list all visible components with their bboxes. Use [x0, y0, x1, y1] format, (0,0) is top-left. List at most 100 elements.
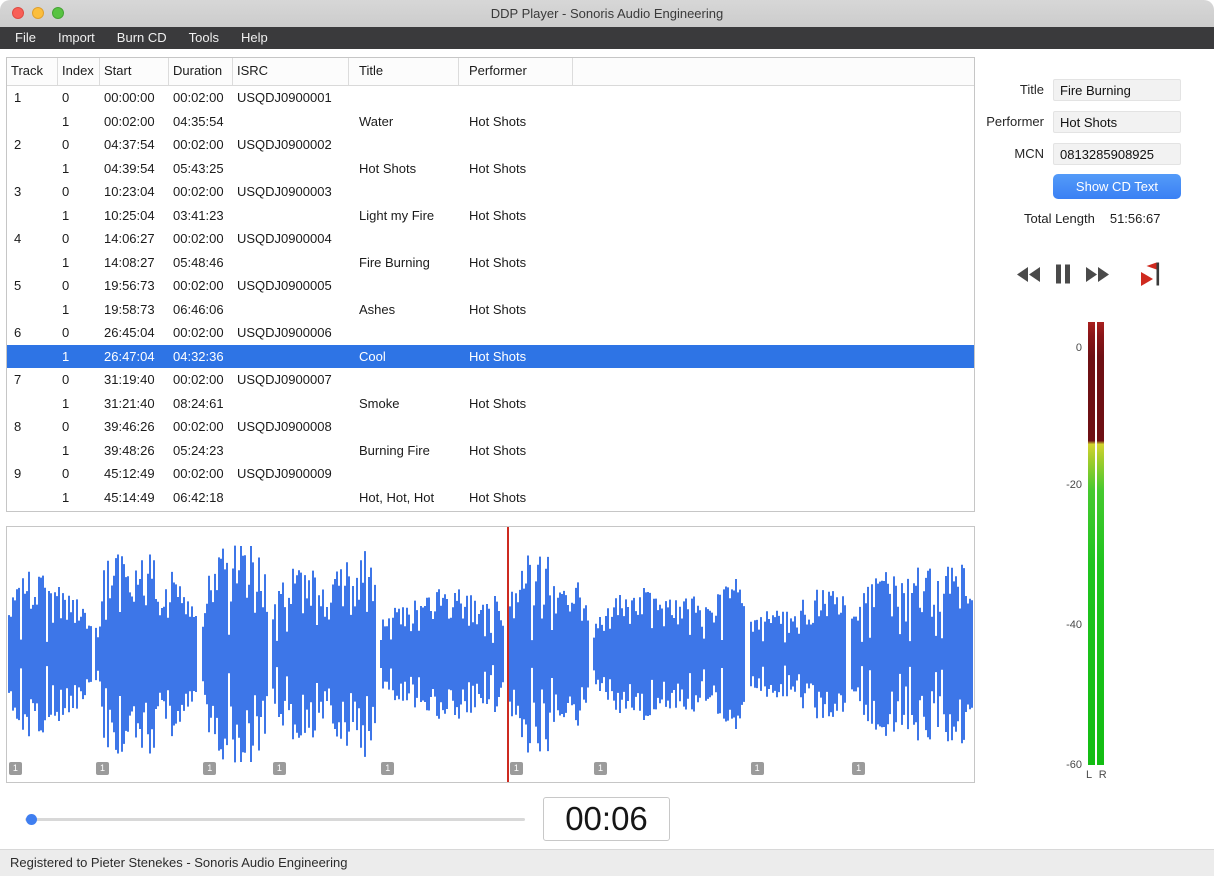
cell-index: 0: [62, 325, 70, 341]
cell-performer: Hot Shots: [469, 489, 527, 505]
track-marker-flag[interactable]: 1: [203, 762, 217, 775]
column-header-title[interactable]: Title: [349, 58, 459, 85]
cell-duration: 06:46:06: [173, 301, 224, 317]
cell-isrc: USQDJ0900005: [237, 278, 332, 294]
minimize-window-button[interactable]: [32, 7, 44, 19]
column-header-isrc[interactable]: ISRC: [233, 58, 349, 85]
track-marker-flag[interactable]: 1: [852, 762, 866, 775]
mcn-field-row: MCN: [940, 143, 1182, 165]
track-marker-flag[interactable]: 1: [8, 762, 22, 775]
table-row[interactable]: 1 31:21:40 08:24:61 Smoke Hot Shots: [7, 392, 974, 416]
menu-tools[interactable]: Tools: [178, 27, 230, 49]
track-marker-flag[interactable]: 1: [95, 762, 109, 775]
cell-index: 1: [62, 254, 70, 270]
cell-isrc: USQDJ0900007: [237, 372, 332, 388]
column-header-track[interactable]: Track: [7, 58, 58, 85]
cell-duration: 04:35:54: [173, 113, 224, 129]
table-row[interactable]: 3 0 10:23:04 00:02:00 USQDJ0900003: [7, 180, 974, 204]
cell-title: Burning Fire: [359, 442, 430, 458]
menu-burn-cd[interactable]: Burn CD: [106, 27, 178, 49]
track-marker-flag[interactable]: 1: [381, 762, 395, 775]
cell-track: 5: [14, 278, 22, 294]
cell-title: Light my Fire: [359, 207, 435, 223]
table-row[interactable]: 4 0 14:06:27 00:02:00 USQDJ0900004: [7, 227, 974, 251]
table-row[interactable]: 1 0 00:00:00 00:02:00 USQDJ0900001: [7, 86, 974, 110]
column-header-index[interactable]: Index: [58, 58, 100, 85]
cell-duration: 06:42:18: [173, 489, 224, 505]
cell-title: Water: [359, 113, 394, 129]
cell-duration: 00:02:00: [173, 372, 224, 388]
titlebar: DDP Player - Sonoris Audio Engineering: [0, 0, 1214, 27]
cell-performer: Hot Shots: [469, 442, 527, 458]
table-row[interactable]: 1 39:48:26 05:24:23 Burning Fire Hot Sho…: [7, 439, 974, 463]
cell-track: 8: [14, 419, 22, 435]
cell-index: 1: [62, 395, 70, 411]
column-header-start[interactable]: Start: [100, 58, 169, 85]
cell-title: Fire Burning: [359, 254, 430, 270]
menu-file[interactable]: File: [4, 27, 47, 49]
play-to-marker-button[interactable]: [1140, 261, 1168, 287]
cell-duration: 05:48:46: [173, 254, 224, 270]
column-header-filler: [573, 58, 974, 85]
total-length-row: Total Length 51:56:67: [1024, 211, 1160, 226]
title-label: Title: [1019, 82, 1044, 97]
menu-import[interactable]: Import: [47, 27, 106, 49]
pause-button[interactable]: [1055, 264, 1071, 284]
title-field[interactable]: [1053, 79, 1181, 101]
seek-slider[interactable]: [25, 808, 525, 830]
cell-start: 04:37:54: [104, 137, 155, 153]
cell-start: 14:08:27: [104, 254, 155, 270]
waveform-display[interactable]: 1 1 1 1 1 1 1 1 1: [6, 526, 975, 783]
cell-performer: Hot Shots: [469, 254, 527, 270]
track-marker-flag[interactable]: 1: [750, 762, 764, 775]
close-window-button[interactable]: [12, 7, 24, 19]
table-row[interactable]: 5 0 19:56:73 00:02:00 USQDJ0900005: [7, 274, 974, 298]
playhead-cursor[interactable]: [506, 527, 509, 782]
table-row[interactable]: 6 0 26:45:04 00:02:00 USQDJ0900006: [7, 321, 974, 345]
cell-performer: Hot Shots: [469, 160, 527, 176]
cell-index: 0: [62, 184, 70, 200]
total-length-value: 51:56:67: [1109, 211, 1161, 226]
table-row[interactable]: 1 45:14:49 06:42:18 Hot, Hot, Hot Hot Sh…: [7, 486, 974, 510]
table-row[interactable]: 9 0 45:12:49 00:02:00 USQDJ0900009: [7, 462, 974, 486]
menu-help[interactable]: Help: [230, 27, 279, 49]
cell-duration: 04:32:36: [173, 348, 224, 364]
rewind-button[interactable]: [1016, 266, 1041, 283]
track-marker-flag[interactable]: 1: [593, 762, 607, 775]
cell-index: 0: [62, 419, 70, 435]
table-row[interactable]: 1 26:47:04 04:32:36 Cool Hot Shots: [7, 344, 974, 368]
seek-slider-track[interactable]: [25, 818, 525, 821]
cell-isrc: USQDJ0900002: [237, 137, 332, 153]
table-row[interactable]: 7 0 31:19:40 00:02:00 USQDJ0900007: [7, 368, 974, 392]
cell-start: 14:06:27: [104, 231, 155, 247]
table-row[interactable]: 1 00:02:00 04:35:54 Water Hot Shots: [7, 110, 974, 134]
cell-start: 31:21:40: [104, 395, 155, 411]
seek-slider-thumb[interactable]: [26, 814, 37, 825]
table-row[interactable]: 1 10:25:04 03:41:23 Light my Fire Hot Sh…: [7, 204, 974, 228]
performer-field-row: Performer: [940, 111, 1182, 133]
performer-field[interactable]: [1053, 111, 1181, 133]
track-marker-flag[interactable]: 1: [509, 762, 523, 775]
cell-start: 31:19:40: [104, 372, 155, 388]
table-row[interactable]: 8 0 39:46:26 00:02:00 USQDJ0900008: [7, 415, 974, 439]
fast-forward-button[interactable]: [1085, 266, 1110, 283]
track-marker-flag[interactable]: 1: [272, 762, 286, 775]
table-row[interactable]: 1 19:58:73 06:46:06 Ashes Hot Shots: [7, 298, 974, 322]
cell-start: 00:00:00: [104, 90, 155, 106]
column-header-performer[interactable]: Performer: [459, 58, 573, 85]
scale-label-60: -60: [1066, 759, 1082, 771]
cell-index: 1: [62, 442, 70, 458]
cell-duration: 00:02:00: [173, 90, 224, 106]
table-row[interactable]: 2 0 04:37:54 00:02:00 USQDJ0900002: [7, 133, 974, 157]
mcn-field[interactable]: [1053, 143, 1181, 165]
cell-start: 26:45:04: [104, 325, 155, 341]
column-header-duration[interactable]: Duration: [169, 58, 233, 85]
zoom-window-button[interactable]: [52, 7, 64, 19]
table-row[interactable]: 1 04:39:54 05:43:25 Hot Shots Hot Shots: [7, 157, 974, 181]
cell-duration: 05:43:25: [173, 160, 224, 176]
cell-track: 2: [14, 137, 22, 153]
cell-isrc: USQDJ0900003: [237, 184, 332, 200]
registration-text: Registered to Pieter Stenekes - Sonoris …: [10, 855, 348, 870]
show-cd-text-button[interactable]: Show CD Text: [1053, 174, 1181, 199]
table-row[interactable]: 1 14:08:27 05:48:46 Fire Burning Hot Sho…: [7, 251, 974, 275]
